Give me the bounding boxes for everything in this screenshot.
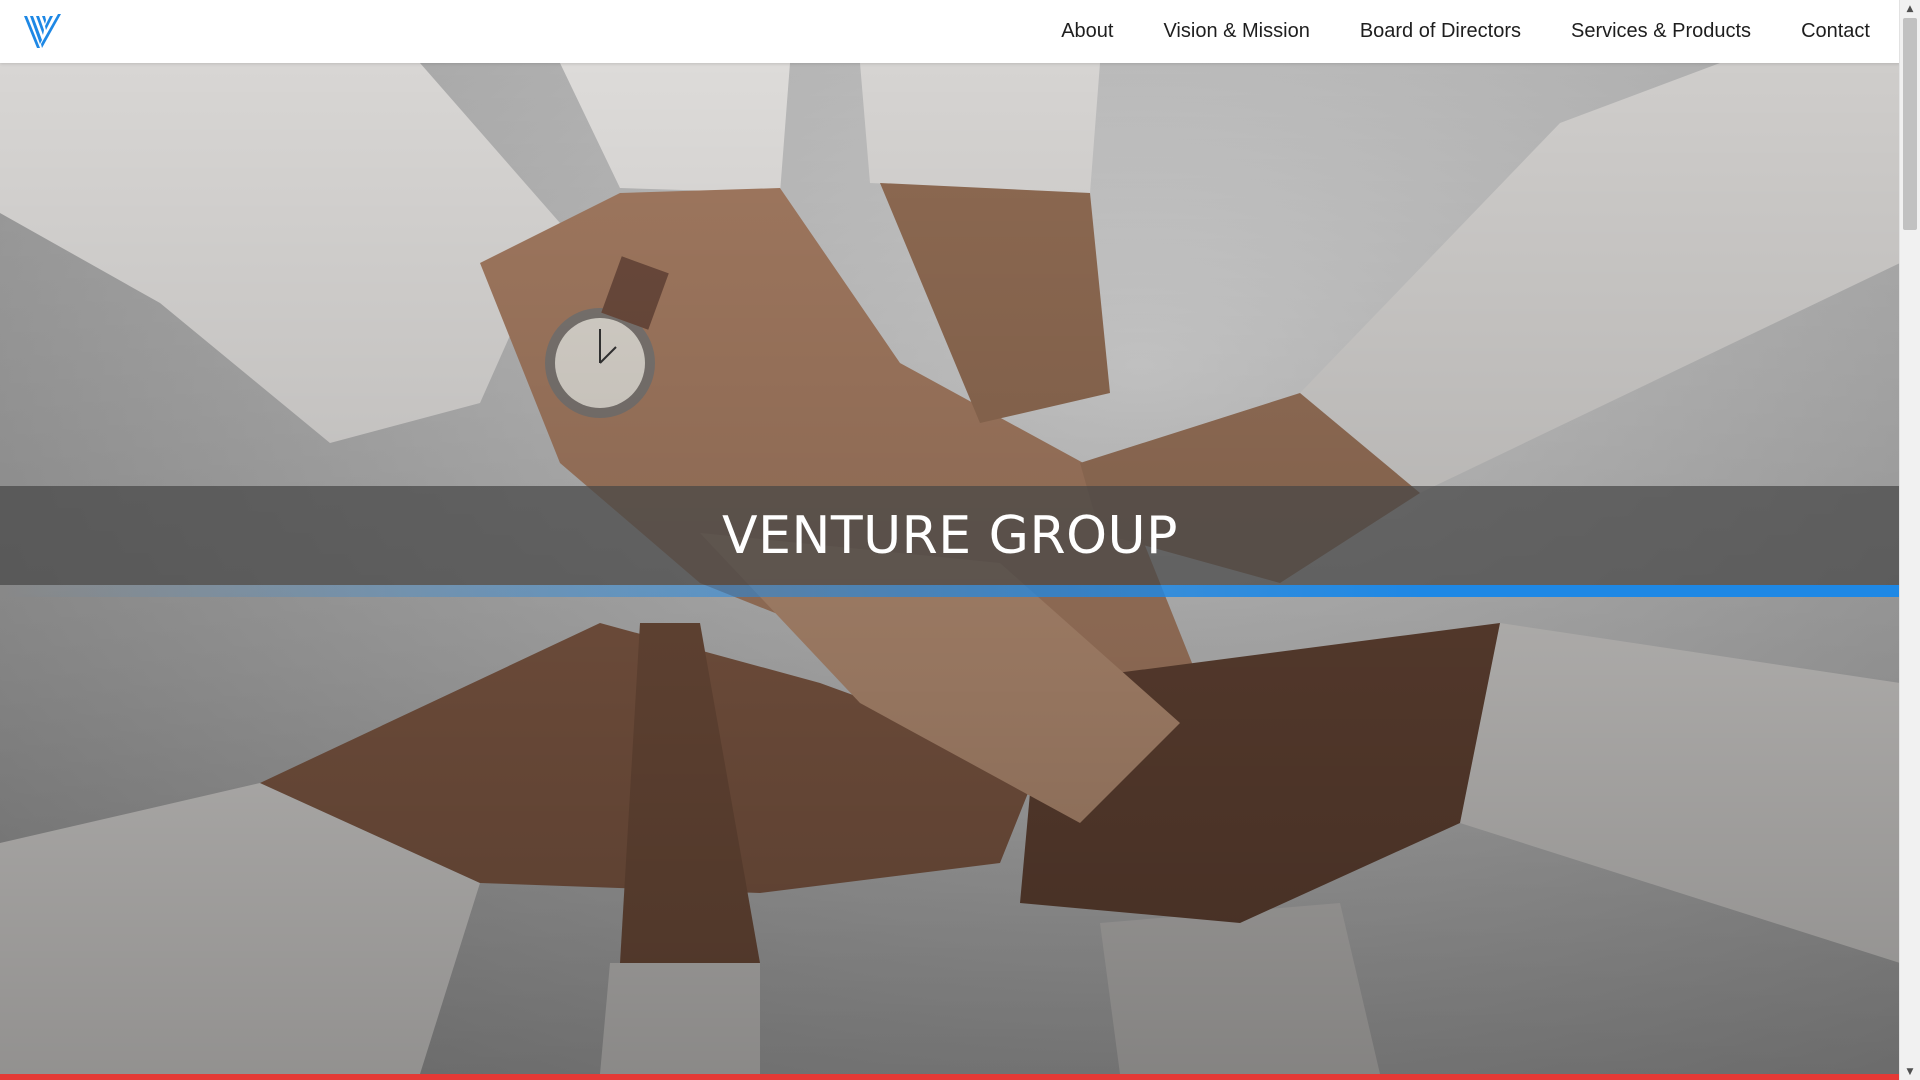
nav-item-about[interactable]: About (1061, 20, 1113, 43)
scroll-up-arrow-icon[interactable]: ▲ (1900, 0, 1920, 17)
scroll-down-arrow-icon[interactable]: ▼ (1900, 1063, 1920, 1080)
nav-item-board-of-directors[interactable]: Board of Directors (1360, 20, 1521, 43)
hero-section: VENTURE GROUP (0, 63, 1900, 1074)
nav-item-vision-mission[interactable]: Vision & Mission (1163, 20, 1309, 43)
hero-title-band: VENTURE GROUP (0, 486, 1900, 585)
scrollbar-thumb[interactable] (1903, 18, 1917, 230)
site-header: About Vision & Mission Board of Director… (0, 0, 1900, 63)
viewport: About Vision & Mission Board of Director… (0, 0, 1900, 1080)
venture-logo-icon[interactable] (24, 14, 62, 50)
page: About Vision & Mission Board of Director… (0, 0, 1920, 1080)
hero-title: VENTURE GROUP (722, 505, 1178, 566)
hero-blue-accent-line (0, 585, 1900, 597)
main-nav: About Vision & Mission Board of Director… (1061, 0, 1870, 63)
nav-item-contact[interactable]: Contact (1801, 20, 1870, 43)
nav-item-services-products[interactable]: Services & Products (1571, 20, 1751, 43)
footer-red-accent-line (0, 1074, 1900, 1080)
page-scrollbar[interactable]: ▲ ▼ (1899, 0, 1920, 1080)
